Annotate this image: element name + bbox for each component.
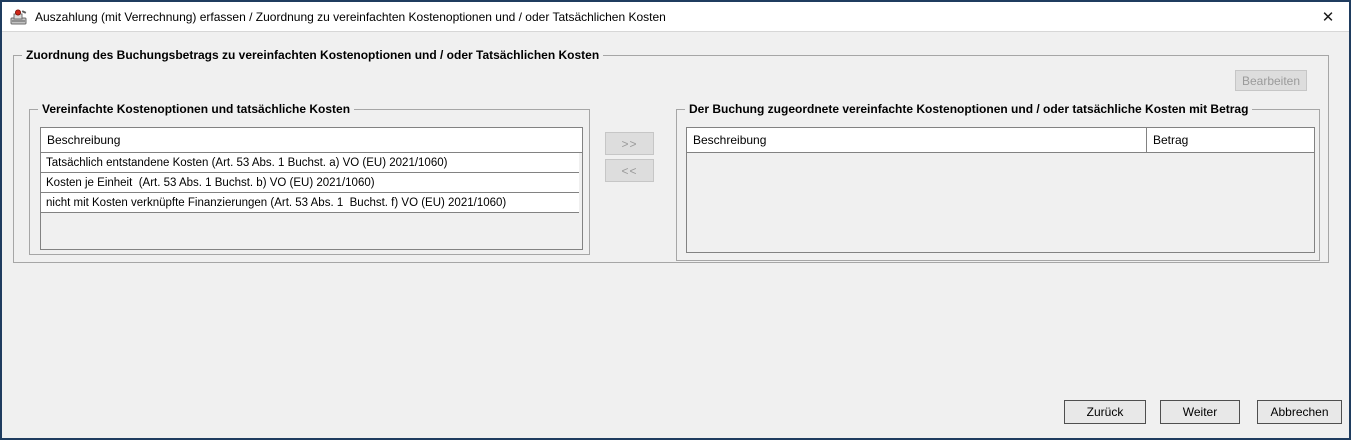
column-header-betrag: Betrag bbox=[1147, 128, 1314, 152]
cost-option-row[interactable]: Kosten je Einheit (Art. 53 Abs. 1 Buchst… bbox=[41, 173, 579, 193]
app-icon bbox=[10, 8, 28, 26]
column-header-beschreibung: Beschreibung bbox=[687, 128, 1147, 152]
next-button[interactable]: Weiter bbox=[1160, 400, 1240, 424]
assigned-costs-table-header: Beschreibung Betrag bbox=[687, 128, 1314, 153]
assigned-costs-groupbox-label: Der Buchung zugeordnete vereinfachte Kos… bbox=[685, 101, 1252, 118]
window-title: Auszahlung (mit Verrechnung) erfassen / … bbox=[35, 10, 666, 24]
available-costs-table[interactable]: Beschreibung Tatsächlich entstandene Kos… bbox=[40, 127, 583, 250]
assigned-costs-table[interactable]: Beschreibung Betrag bbox=[686, 127, 1315, 253]
close-icon[interactable]: ✕ bbox=[1313, 2, 1343, 32]
column-header-beschreibung: Beschreibung bbox=[41, 128, 582, 152]
available-costs-table-header: Beschreibung bbox=[41, 128, 582, 153]
assignment-groupbox-label: Zuordnung des Buchungsbetrags zu vereinf… bbox=[22, 47, 603, 64]
dialog-window: Auszahlung (mit Verrechnung) erfassen / … bbox=[0, 0, 1351, 440]
back-button[interactable]: Zurück bbox=[1064, 400, 1146, 424]
cost-option-row[interactable]: Tatsächlich entstandene Kosten (Art. 53 … bbox=[41, 153, 579, 173]
edit-button[interactable]: Bearbeiten bbox=[1235, 70, 1307, 91]
cancel-button[interactable]: Abbrechen bbox=[1257, 400, 1342, 424]
assigned-costs-groupbox: Der Buchung zugeordnete vereinfachte Kos… bbox=[676, 109, 1320, 261]
available-costs-groupbox: Vereinfachte Kostenoptionen und tatsächl… bbox=[29, 109, 590, 255]
assignment-groupbox: Zuordnung des Buchungsbetrags zu vereinf… bbox=[13, 55, 1329, 263]
available-costs-groupbox-label: Vereinfachte Kostenoptionen und tatsächl… bbox=[38, 101, 354, 118]
transfer-add-button[interactable]: >> bbox=[605, 132, 654, 155]
dialog-body: Zuordnung des Buchungsbetrags zu vereinf… bbox=[2, 32, 1349, 438]
titlebar: Auszahlung (mit Verrechnung) erfassen / … bbox=[2, 2, 1349, 32]
transfer-remove-button[interactable]: << bbox=[605, 159, 654, 182]
cost-option-row[interactable]: nicht mit Kosten verknüpfte Finanzierung… bbox=[41, 193, 579, 213]
